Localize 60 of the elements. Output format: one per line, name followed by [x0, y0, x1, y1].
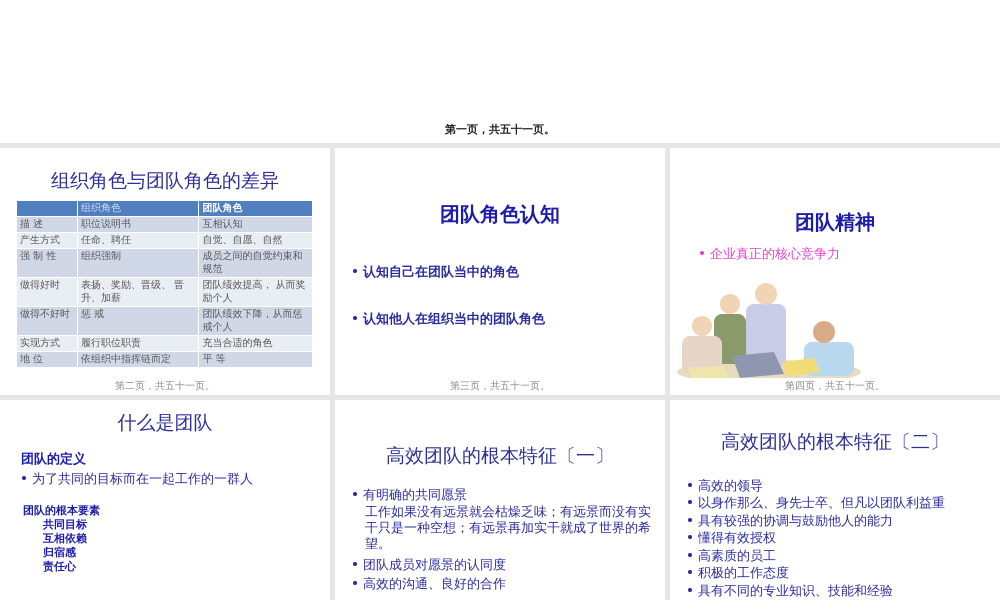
slide[interactable]: 高效团队的根本特征〔一〕 有明确的共同愿景 工作如果没有远景就会枯燥乏味；有远景而没有实干只是一种空想；有远景再加实干就成了世界的希望。 团队成员对愿景的认同度 高效的沟通、良好的合作: [335, 400, 665, 600]
table-cell: 描 述: [17, 216, 78, 232]
table-cell: 组织强制: [78, 248, 199, 278]
slide-title: 高效团队的根本特征〔二〕: [720, 431, 950, 454]
section-heading: 团队的定义: [20, 452, 87, 467]
paragraph-text: 工作如果没有远景就会枯燥乏味；有远景而没有实干只是一种空想；有远景再加实干就成了世界的希望。: [365, 504, 651, 553]
bullet-text: 懂得有效授权: [698, 530, 776, 548]
bullet-text: 团队成员对愿景的认同度: [363, 556, 506, 575]
slide[interactable]: 组织角色与团队角色的差异 组织角色 团队角色 描 述 职位说明书 互相认知 产生方式 任命、聘任 自觉、自愿、自然 强 制 性 组织强制 成员之间的自觉约束和规范 做得好时 表扬、奖励、晋级、 晋升、加薪 团队绩效提高， 从而奖励个人 做得不好时 惩 戒 团队绩效下降，从而惩戒个人 实现方式 履行职位职责 充当合适的角色 地 位 依组织中指挥链而定 平 等 第二页，共五十一页。: [0, 148, 330, 395]
bullet-text: 认知他人在组织当中的团队角色: [363, 311, 545, 328]
table-cell: 履行职位职责: [78, 335, 199, 352]
page-footer: 第二页，共五十一页。: [115, 379, 215, 393]
bullet-text: 高效的沟通、良好的合作: [363, 576, 506, 594]
bullet-text: 高素质的员工: [698, 548, 776, 565]
bullet-text: 高效的领导: [698, 478, 763, 495]
slide-title: 组织角色与团队角色的差异: [50, 170, 280, 193]
table-cell: 产生方式: [17, 232, 78, 248]
slide-title: 团队精神: [794, 210, 876, 234]
table-cell: 强 制 性: [17, 248, 78, 278]
page-footer: 第四页，共五十一页。: [785, 379, 885, 393]
slide[interactable]: 什么是团队 团队的定义 为了共同的目标而在一起工作的一群人 团队的根本要素 共同目标 互相依赖 归宿感 责任心: [0, 400, 330, 600]
slide-title: 什么是团队: [116, 412, 214, 435]
table-cell: 团队绩效下降，从而惩戒个人: [198, 306, 312, 336]
bullet-text: 有明确的共同愿景: [363, 486, 467, 505]
table-cell: 团队绩效提高， 从而奖励个人: [198, 277, 312, 306]
slide[interactable]: 团队精神 企业真正的核心竞争力 第四页，共五十一页。: [670, 148, 1000, 395]
table-cell: 做得好时: [17, 277, 78, 306]
table-cell: 地 位: [17, 351, 78, 367]
table-cell: 表扬、奖励、晋级、 晋升、加薪: [78, 277, 199, 306]
element-text: 归宿感: [42, 546, 77, 560]
element-text: 互相依赖: [42, 532, 88, 546]
table-cell: 自觉、自愿、自然: [198, 232, 312, 248]
column-header: 团队角色: [198, 200, 312, 216]
slide[interactable]: 团队角色认知 认知自己在团队当中的角色 认知他人在组织当中的团队角色 第三页，共五十一页。: [335, 148, 665, 395]
bullet-text: 具有不同的专业知识、技能和经验: [698, 582, 893, 600]
page-footer: 第三页，共五十一页。: [450, 379, 550, 393]
bullet-text: 以身作那么、身先士卒、但凡以团队利益重: [698, 495, 945, 512]
bullet-text: 为了共同的目标而在一起工作的一群人: [32, 470, 253, 488]
table-cell: 实现方式: [17, 335, 78, 352]
table-cell: 惩 戒: [78, 306, 199, 336]
table-cell: 平 等: [198, 351, 312, 367]
bullet-text: 企业真正的核心竞争力: [710, 246, 840, 263]
page-label: 第一页，共五十一页。: [445, 122, 555, 137]
table-cell: 职位说明书: [78, 216, 199, 232]
table-cell: 任命、聘任: [78, 232, 199, 248]
table-cell: 充当合适的角色: [198, 335, 312, 352]
bullet-text: 具有较强的协调与鼓励他人的能力: [698, 512, 893, 530]
element-text: 共同目标: [42, 518, 88, 532]
slide[interactable]: 高效团队的根本特征〔二〕 高效的领导 以身作那么、身先士卒、但凡以团队利益重 具有较强的协调与鼓励他人的能力 懂得有效授权 高素质的员工 积极的工作态度 具有不同的专业知识、技能和经验: [670, 400, 1000, 600]
table-cell: 依组织中指挥链而定: [78, 351, 199, 367]
column-header: 组织角色: [78, 200, 199, 216]
section-heading: 团队的根本要素: [22, 504, 101, 518]
table-cell: 成员之间的自觉约束和规范: [198, 248, 312, 278]
bullet-text: 积极的工作态度: [698, 565, 789, 582]
slide-title: 高效团队的根本特征〔一〕: [385, 445, 615, 468]
slide-title: 团队角色认知: [439, 202, 561, 226]
element-text: 责任心: [42, 560, 77, 574]
table-cell: 互相认知: [198, 216, 312, 232]
bullet-text: 认知自己在团队当中的角色: [363, 264, 519, 281]
table-cell: 做得不好时: [17, 306, 78, 336]
